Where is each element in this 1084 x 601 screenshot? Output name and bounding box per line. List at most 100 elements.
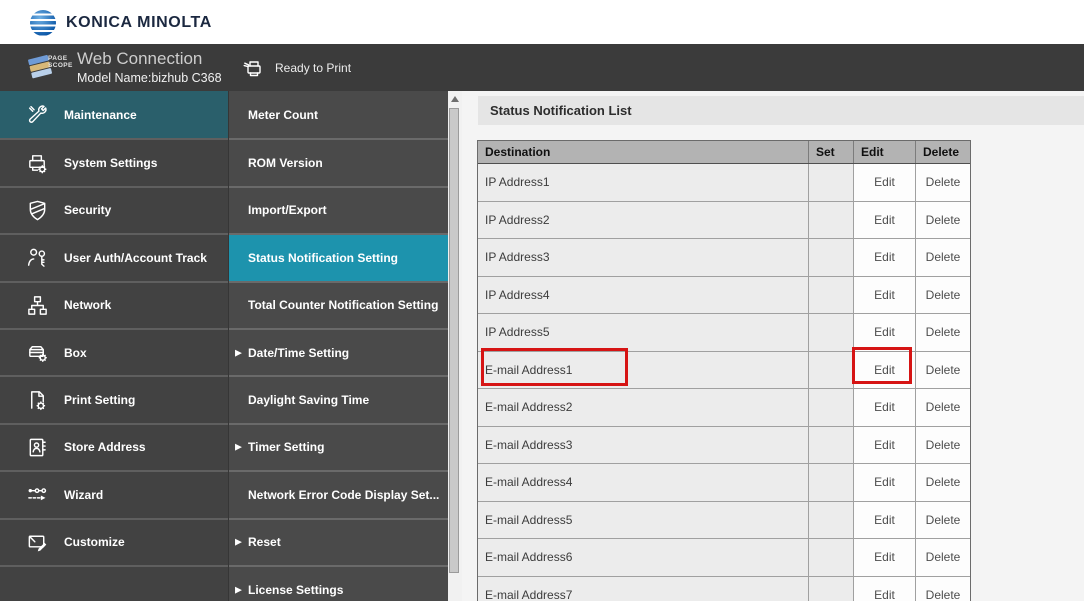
delete-button[interactable]: Delete (915, 389, 970, 426)
edit-button[interactable]: Edit (853, 577, 915, 601)
sidebar-item-print-setting[interactable]: Print Setting (0, 375, 228, 422)
scrollbar-thumb[interactable] (449, 108, 459, 573)
submenu-item-license-settings[interactable]: ▶License Settings (229, 565, 448, 601)
table-row-e-mail-address4: E-mail Address4 EditDelete (478, 464, 970, 502)
edit-button[interactable]: Edit (853, 464, 915, 501)
table-row-e-mail-address7: E-mail Address7EditDelete (478, 577, 970, 601)
submenu-item-reset[interactable]: ▶Reset (229, 518, 448, 565)
expand-arrow-icon: ▶ (235, 442, 242, 453)
edit-button[interactable]: Edit (853, 314, 915, 351)
delete-button[interactable]: Delete (915, 502, 970, 539)
destination-cell: IP Address2 (478, 202, 808, 239)
sidebar: MaintenanceSystem Settings Security User A… (0, 91, 228, 601)
edit-button[interactable]: Edit (853, 277, 915, 314)
sidebar-item-label: User Auth/Account Track (64, 251, 207, 265)
sidebar-item-maintenance[interactable]: Maintenance (0, 91, 228, 138)
submenu-scrollbar[interactable] (448, 91, 462, 601)
delete-button[interactable]: Delete (915, 539, 970, 576)
delete-button[interactable]: Delete (915, 352, 970, 389)
table-header-row: DestinationSetEditDelete (478, 141, 970, 164)
address-book-icon (26, 436, 49, 459)
sidebar-item-wizard[interactable]: Wizard (0, 470, 228, 517)
submenu-item-label: Meter Count (248, 108, 318, 122)
scroll-up-button[interactable] (448, 91, 462, 107)
submenu-item-daylight-saving-time[interactable]: Daylight Saving Time (229, 375, 448, 422)
tools-icon (26, 103, 49, 126)
box-gear-icon (26, 341, 49, 364)
destination-cell: E-mail Address5 (478, 502, 808, 539)
table-row-e-mail-address5: E-mail Address5 EditDelete (478, 502, 970, 540)
column-header-set: Set (808, 141, 853, 163)
edit-button[interactable]: Edit (853, 164, 915, 201)
submenu-item-status-notification-setting[interactable]: Status Notification Setting (229, 233, 448, 280)
submenu-item-label: Date/Time Setting (248, 346, 349, 360)
edit-button[interactable]: Edit (853, 239, 915, 276)
edit-button[interactable]: Edit (853, 502, 915, 539)
delete-button[interactable]: Delete (915, 314, 970, 351)
konica-globe-icon (30, 10, 56, 36)
konica-minolta-logo: KONICA MINOLTA (30, 8, 212, 38)
destination-cell: IP Address5 (478, 314, 808, 351)
printer-status-text: Ready to Print (275, 61, 351, 75)
set-cell (808, 164, 853, 201)
destination-cell: E-mail Address4 (478, 464, 808, 501)
delete-button[interactable]: Delete (915, 239, 970, 276)
submenu-item-import-export[interactable]: Import/Export (229, 186, 448, 233)
submenu-item-label: Total Counter Notification Setting (248, 298, 438, 312)
delete-button[interactable]: Delete (915, 577, 970, 601)
submenu-item-meter-count[interactable]: Meter Count (229, 91, 448, 138)
submenu-item-label: License Settings (248, 583, 343, 597)
page-title-bar: Status Notification List (478, 96, 1084, 125)
set-cell (808, 239, 853, 276)
sidebar-item-customize[interactable]: Customize (0, 518, 228, 565)
sidebar-item-system-settings[interactable]: System Settings (0, 138, 228, 185)
highlight-box-email-address1 (481, 348, 628, 386)
edit-button[interactable]: Edit (853, 389, 915, 426)
pagescope-word-page: PAGE (48, 55, 73, 62)
sidebar-divider (0, 565, 228, 567)
delete-button[interactable]: Delete (915, 277, 970, 314)
printer-gear-icon (26, 152, 49, 175)
submenu-item-date-time-setting[interactable]: ▶Date/Time Setting (229, 328, 448, 375)
delete-button[interactable]: Delete (915, 164, 970, 201)
scroll-up-icon (451, 96, 459, 102)
edit-button[interactable]: Edit (853, 202, 915, 239)
sidebar-item-security[interactable]: Security (0, 186, 228, 233)
sidebar-item-store-address[interactable]: Store Address (0, 423, 228, 470)
edit-button[interactable]: Edit (853, 427, 915, 464)
shield-icon (26, 199, 49, 222)
table-row-e-mail-address6: E-mail Address6EditDelete (478, 539, 970, 577)
submenu-item-label: Network Error Code Display Set... (248, 488, 439, 502)
table-row-ip-address2: IP Address2 EditDelete (478, 202, 970, 240)
set-cell (808, 352, 853, 389)
table-row-e-mail-address2: E-mail Address2EditDelete (478, 389, 970, 427)
submenu-item-timer-setting[interactable]: ▶Timer Setting (229, 423, 448, 470)
sidebar-item-label: Wizard (64, 488, 103, 502)
delete-button[interactable]: Delete (915, 202, 970, 239)
table-row-ip-address1: IP Address1EditDelete (478, 164, 970, 202)
delete-button[interactable]: Delete (915, 427, 970, 464)
sidebar-item-label: Customize (64, 535, 125, 549)
set-cell (808, 502, 853, 539)
edit-button[interactable]: Edit (853, 539, 915, 576)
sidebar-item-label: Store Address (64, 440, 146, 454)
submenu-item-total-counter-notification-setting[interactable]: Total Counter Notification Setting (229, 281, 448, 328)
submenu-item-label: ROM Version (248, 156, 323, 170)
highlight-box-edit-button (852, 347, 912, 384)
destination-cell: E-mail Address3 (478, 427, 808, 464)
submenu-item-label: Reset (248, 535, 281, 549)
set-cell (808, 277, 853, 314)
delete-button[interactable]: Delete (915, 464, 970, 501)
submenu-item-rom-version[interactable]: ROM Version (229, 138, 448, 185)
app-name: Web Connection (77, 49, 202, 69)
user-key-icon (26, 246, 49, 269)
sidebar-item-network[interactable]: Network (0, 281, 228, 328)
brand-name: KONICA MINOLTA (66, 14, 212, 32)
sidebar-item-user-auth-account-track[interactable]: User Auth/Account Track (0, 233, 228, 280)
set-cell (808, 464, 853, 501)
customize-icon (26, 531, 49, 554)
submenu-item-network-error-code-display-set[interactable]: Network Error Code Display Set... (229, 470, 448, 517)
submenu-item-label: Status Notification Setting (248, 251, 398, 265)
sidebar-item-box[interactable]: Box (0, 328, 228, 375)
sidebar-item-label: Security (64, 203, 111, 217)
